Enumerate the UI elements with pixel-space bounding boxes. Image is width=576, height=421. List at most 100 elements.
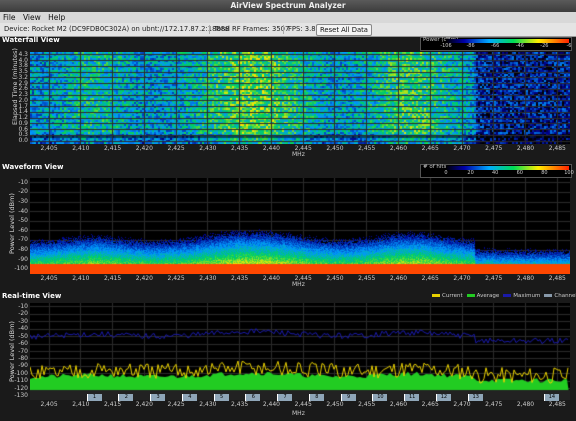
waveform-x-tick: 2,465 [421, 275, 439, 282]
channel-marker[interactable]: 3 [150, 394, 166, 401]
channel-marker[interactable]: 9 [340, 394, 356, 401]
realtime-y-tick: -30 [18, 317, 28, 325]
legend-tick: 60 [516, 170, 523, 176]
legend-entry: Average [476, 293, 500, 299]
menu-view[interactable]: View [23, 13, 41, 22]
legend-title: # of hits [423, 164, 447, 170]
legend-entry: Maximum [513, 293, 541, 299]
channel-marker[interactable]: 1 [86, 394, 102, 401]
menu-file[interactable]: File [3, 13, 16, 22]
realtime-x-tick: 2,445 [294, 401, 312, 408]
status-bar: Device: Rocket M2 (DC9FDB0C302A) on ubnt… [0, 23, 576, 37]
waveform-x-tick: 2,435 [231, 275, 249, 282]
waterfall-x-label: MHz [292, 151, 305, 158]
realtime-y-tick: -100 [14, 369, 28, 377]
waterfall-x-tick: 2,470 [453, 145, 471, 152]
waterfall-x-tick: 2,440 [262, 145, 280, 152]
waterfall-x-tick: 2,425 [167, 145, 185, 152]
legend-tick: -26 [540, 43, 549, 49]
channel-marker[interactable]: 13 [467, 394, 483, 401]
realtime-x-tick: 2,470 [453, 401, 471, 408]
realtime-x-tick: 2,450 [326, 401, 344, 408]
waveform-y-tick: -60 [18, 226, 28, 234]
channel-marker[interactable]: 11 [404, 394, 420, 401]
legend-tick: 80 [541, 170, 548, 176]
realtime-x-tick: 2,425 [167, 401, 185, 408]
waveform-plot[interactable] [30, 178, 570, 274]
color-scale [446, 166, 569, 170]
waterfall-x-tick: 2,475 [485, 145, 503, 152]
waveform-y-tick: -90 [18, 255, 28, 263]
waveform-x-tick: 2,430 [199, 275, 217, 282]
channel-marker[interactable]: 8 [308, 394, 324, 401]
realtime-x-tick: 2,430 [199, 401, 217, 408]
legend-entry: Current [442, 293, 463, 299]
channel-marker[interactable]: 7 [277, 394, 293, 401]
channel-marker[interactable]: 4 [181, 394, 197, 401]
waterfall-x-tick: 2,455 [358, 145, 376, 152]
realtime-legend: Current Average Maximum Channels [428, 293, 576, 301]
realtime-x-tick: 2,410 [72, 401, 90, 408]
legend-tick: -86 [466, 43, 475, 49]
legend-tick: -66 [491, 43, 500, 49]
realtime-y-tick: -120 [14, 384, 28, 392]
legend-tick: 40 [492, 170, 499, 176]
legend-tick: -6 [566, 43, 572, 49]
channel-marker[interactable]: 14 [543, 394, 559, 401]
device-info: Device: Rocket M2 (DC9FDB0C302A) on ubnt… [4, 25, 230, 33]
waterfall-x-tick: 2,485 [548, 145, 566, 152]
menu-bar: File View Help [0, 12, 576, 23]
channel-marker[interactable]: 5 [213, 394, 229, 401]
legend-swatch [544, 293, 553, 297]
waveform-x-tick: 2,475 [485, 275, 503, 282]
waterfall-x-tick: 2,410 [72, 145, 90, 152]
waveform-x-tick: 2,445 [294, 275, 312, 282]
channel-marker[interactable]: 12 [435, 394, 451, 401]
realtime-x-tick: 2,405 [40, 401, 58, 408]
waterfall-x-tick: 2,480 [516, 145, 535, 152]
channel-marker[interactable]: 6 [245, 394, 261, 401]
frames-count: Total RF Frames: 3507 [214, 25, 290, 33]
waveform-x-tick: 2,405 [40, 275, 58, 282]
realtime-x-label: MHz [292, 410, 305, 417]
realtime-x-tick: 2,420 [135, 401, 153, 408]
waterfall-plot[interactable] [30, 52, 570, 144]
realtime-y-tick: -70 [18, 347, 28, 355]
channel-marker[interactable]: 2 [118, 394, 134, 401]
waveform-x-tick: 2,480 [516, 275, 535, 282]
waveform-x-tick: 2,485 [548, 275, 566, 282]
realtime-y-tick: -40 [18, 325, 28, 333]
waveform-y-tick: -20 [18, 188, 28, 196]
waveform-x-tick: 2,455 [358, 275, 376, 282]
fps-readout: FPS: 3.8 [288, 25, 316, 33]
realtime-y-tick: -110 [14, 377, 28, 385]
waveform-y-tick: -40 [18, 207, 28, 215]
waveform-x-tick: 2,450 [326, 275, 344, 282]
waterfall-x-tick: 2,430 [199, 145, 217, 152]
legend-entry: Channels [554, 293, 576, 299]
legend-swatch [466, 293, 475, 297]
waveform-x-tick: 2,470 [453, 275, 471, 282]
waterfall-legend: Power (dBm) -106 -86 -66 -46 -26 -6 [420, 37, 572, 51]
realtime-y-tick: -80 [18, 354, 28, 362]
waterfall-x-tick: 2,435 [231, 145, 249, 152]
waveform-y-tick: -30 [18, 198, 28, 205]
channel-marker[interactable]: 10 [372, 394, 388, 401]
waterfall-x-tick: 2,420 [135, 145, 153, 152]
realtime-plot[interactable] [30, 303, 570, 400]
legend-tick: 100 [564, 170, 574, 176]
waveform-x-tick: 2,460 [389, 275, 408, 282]
menu-help[interactable]: Help [48, 13, 65, 22]
waveform-y-axis-label: Power Level (dBm) [8, 193, 16, 254]
realtime-y-tick: -20 [18, 310, 28, 318]
realtime-y-tick: -130 [14, 392, 28, 400]
legend-tick: 20 [467, 170, 474, 176]
reset-all-data-button[interactable]: Reset All Data [316, 24, 372, 36]
realtime-x-tick: 2,475 [485, 401, 503, 408]
realtime-x-tick: 2,460 [389, 401, 408, 408]
realtime-x-tick: 2,440 [262, 401, 280, 408]
legend-tick: -46 [515, 43, 524, 49]
legend-tick: -106 [440, 43, 452, 49]
waveform-x-tick: 2,410 [72, 275, 90, 282]
realtime-x-tick: 2,415 [103, 401, 122, 408]
